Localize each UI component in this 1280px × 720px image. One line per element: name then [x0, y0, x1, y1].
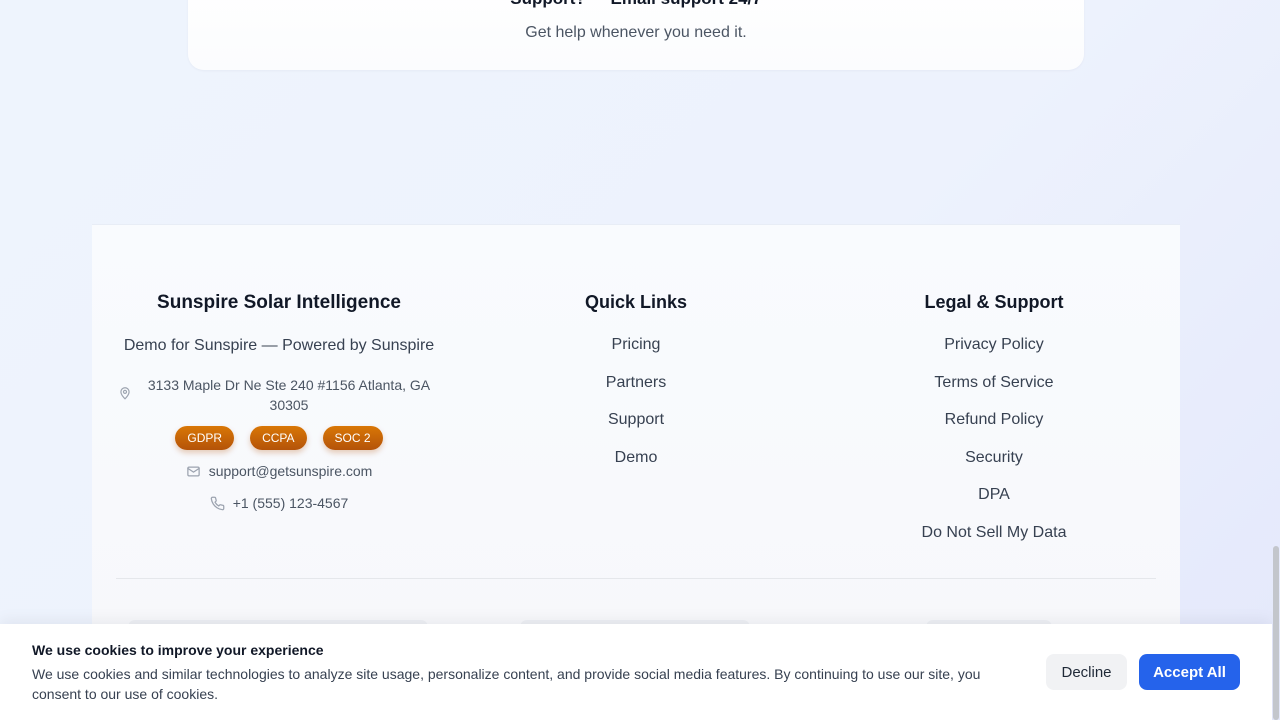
cookie-title: We use cookies to improve your experienc… — [32, 642, 324, 658]
link-partners[interactable]: Partners — [516, 373, 756, 411]
email-link[interactable]: support@getsunspire.com — [209, 463, 373, 479]
scrollbar-thumb[interactable] — [1273, 546, 1279, 720]
page-scrollbar[interactable] — [1272, 0, 1280, 720]
link-support[interactable]: Support — [516, 410, 756, 448]
badge-gdpr: GDPR — [175, 426, 235, 450]
phone-icon — [210, 496, 225, 510]
support-card-title-left: Support? — [510, 0, 586, 8]
cookie-body: We use cookies and similar technologies … — [32, 666, 981, 702]
link-dpa[interactable]: DPA — [874, 485, 1114, 523]
link-pricing[interactable]: Pricing — [516, 335, 756, 373]
cookie-banner: We use cookies to improve your experienc… — [0, 624, 1272, 720]
decline-button[interactable]: Decline — [1046, 654, 1127, 690]
link-security[interactable]: Security — [874, 448, 1114, 486]
link-demo[interactable]: Demo — [516, 448, 756, 486]
quick-links-list: Pricing Partners Support Demo — [516, 335, 756, 485]
badge-soc2: SOC 2 — [322, 426, 383, 450]
link-privacy-policy[interactable]: Privacy Policy — [874, 335, 1114, 373]
support-card-title: Support? Email support 24/7 — [188, 0, 1084, 9]
compliance-badges: GDPR CCPA SOC 2 — [116, 426, 442, 450]
brand-tagline: Demo for Sunspire — Powered by Sunspire — [123, 337, 435, 354]
support-card: Support? Email support 24/7 Get help whe… — [188, 0, 1084, 70]
support-card-title-right: Email support 24/7 — [611, 0, 762, 8]
address-text: 3133 Maple Dr Ne Ste 240 #1156 Atlanta, … — [147, 377, 431, 413]
brand-address: 3133 Maple Dr Ne Ste 240 #1156 Atlanta, … — [116, 375, 442, 415]
phone-link[interactable]: +1 (555) 123-4567 — [233, 495, 349, 511]
footer-divider — [116, 578, 1156, 579]
link-refund-policy[interactable]: Refund Policy — [874, 410, 1114, 448]
legal-title: Legal & Support — [924, 292, 1064, 312]
legal-links-list: Privacy Policy Terms of Service Refund P… — [874, 335, 1114, 561]
badge-ccpa: CCPA — [250, 426, 307, 450]
link-do-not-sell[interactable]: Do Not Sell My Data — [874, 523, 1114, 561]
contact-email[interactable]: support@getsunspire.com — [116, 463, 442, 479]
accept-all-button[interactable]: Accept All — [1139, 654, 1240, 690]
contact-phone[interactable]: +1 (555) 123-4567 — [116, 495, 442, 511]
brand-name: Sunspire Solar Intelligence — [157, 292, 401, 313]
quick-links-title: Quick Links — [584, 292, 688, 312]
site-footer: Sunspire Solar Intelligence Demo for Sun… — [92, 224, 1180, 644]
map-pin-icon — [120, 387, 130, 400]
mail-icon — [186, 466, 200, 476]
link-terms-of-service[interactable]: Terms of Service — [874, 373, 1114, 411]
support-card-subtitle: Get help whenever you need it. — [525, 24, 747, 41]
